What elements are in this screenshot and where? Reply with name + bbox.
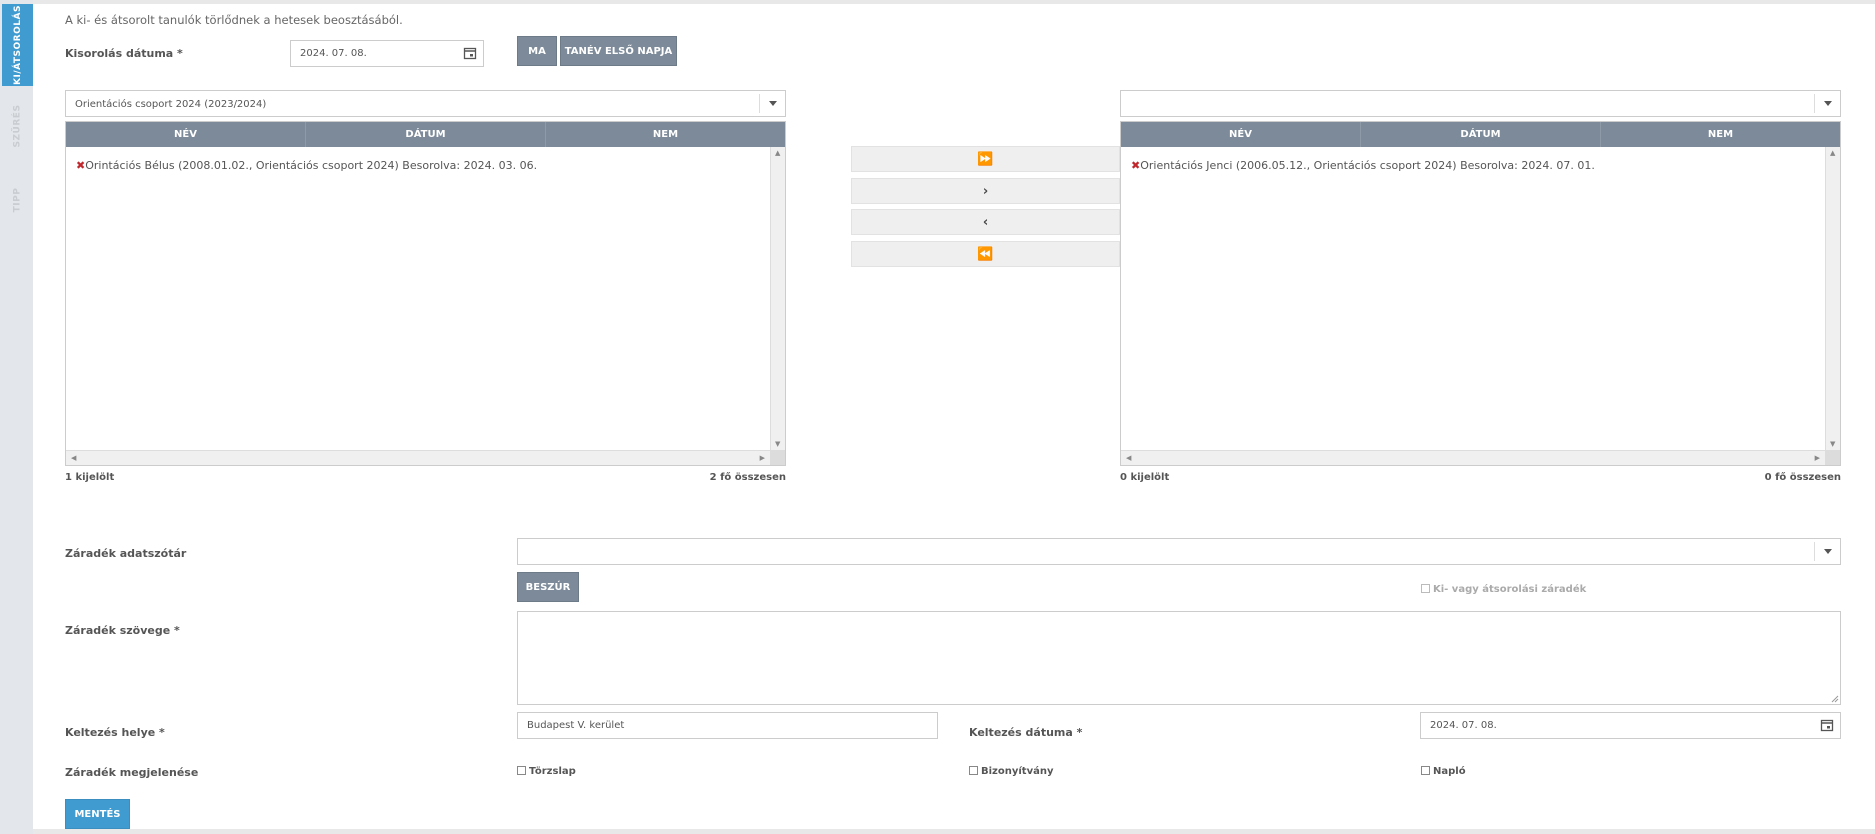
side-tabs: KI/ÁTSOROLÁS SZŰRÉS TIPP: [0, 0, 33, 834]
keltezes-helye-input[interactable]: Budapest V. kerület: [517, 712, 938, 739]
checkbox-icon: [969, 766, 978, 775]
vertical-scrollbar[interactable]: ▲ ▼: [770, 147, 785, 450]
tab-ki-atsorolas[interactable]: KI/ÁTSOROLÁS: [2, 4, 33, 86]
remove-icon[interactable]: ✖: [1131, 159, 1140, 172]
move-all-left-button[interactable]: ⏪: [851, 241, 1120, 267]
torzslap-checkbox[interactable]: Törzslap: [517, 766, 576, 777]
calendar-icon[interactable]: [463, 46, 477, 60]
scroll-up-icon[interactable]: ▲: [1830, 149, 1835, 157]
scroll-up-icon[interactable]: ▲: [775, 149, 780, 157]
kisorolas-label: Kisorolás dátuma *: [65, 47, 183, 60]
right-student-grid: NÉV DÁTUM NEM ✖Orientációs Jenci (2006.0…: [1120, 121, 1841, 466]
zaradek-adatszotar-label: Záradék adatszótár: [65, 547, 187, 560]
info-note: A ki- és átsorolt tanulók törlődnek a he…: [65, 13, 403, 27]
tab-tipp[interactable]: TIPP: [2, 180, 33, 220]
horizontal-scrollbar[interactable]: ◀ ▶: [1121, 450, 1825, 465]
checkbox-icon: [1421, 766, 1430, 775]
right-total-count: 0 fő összesen: [1764, 472, 1841, 483]
ki-atsorolasi-zaradek-checkbox[interactable]: Ki- vagy átsorolási záradék: [1421, 584, 1586, 595]
right-group-select[interactable]: [1120, 90, 1841, 117]
chevron-down-icon: [1814, 542, 1840, 561]
zaradek-adatszotar-select[interactable]: [517, 538, 1841, 565]
checkbox-icon: [517, 766, 526, 775]
move-left-button[interactable]: ‹: [851, 209, 1120, 235]
column-datum[interactable]: DÁTUM: [306, 122, 546, 147]
keltezes-datuma-input[interactable]: 2024. 07. 08.: [1420, 712, 1841, 739]
scroll-down-icon[interactable]: ▼: [775, 440, 780, 448]
checkbox-checked-icon: [1421, 584, 1430, 593]
bizonyitvany-checkbox[interactable]: Bizonyítvány: [969, 766, 1054, 777]
beszur-button[interactable]: BESZÚR: [517, 572, 579, 602]
calendar-icon[interactable]: [1820, 718, 1834, 732]
zaradek-megjelenese-label: Záradék megjelenése: [65, 766, 199, 779]
tanev-elso-napja-button[interactable]: TANÉV ELSŐ NAPJA: [560, 36, 677, 66]
zaradek-szovege-textarea[interactable]: [517, 611, 1841, 705]
column-nev[interactable]: NÉV: [1121, 122, 1361, 147]
right-selected-count: 0 kijelölt: [1120, 472, 1170, 483]
left-student-grid: NÉV DÁTUM NEM ✖Orintációs Bélus (2008.01…: [65, 121, 786, 466]
resize-handle-icon[interactable]: [1831, 695, 1839, 703]
left-total-count: 2 fő összesen: [709, 472, 786, 483]
scroll-corner: [1825, 450, 1840, 465]
tab-szures[interactable]: SZŰRÉS: [2, 96, 33, 156]
scroll-left-icon[interactable]: ◀: [71, 454, 76, 462]
column-datum[interactable]: DÁTUM: [1361, 122, 1601, 147]
keltezes-helye-label: Keltezés helye *: [65, 726, 165, 739]
zaradek-szovege-label: Záradék szövege *: [65, 624, 180, 637]
left-group-select[interactable]: Orientációs csoport 2024 (2023/2024): [65, 90, 786, 117]
right-grid-header: NÉV DÁTUM NEM: [1121, 122, 1840, 147]
scroll-down-icon[interactable]: ▼: [1830, 440, 1835, 448]
left-grid-header: NÉV DÁTUM NEM: [66, 122, 785, 147]
scroll-right-icon[interactable]: ▶: [1815, 454, 1820, 462]
horizontal-scrollbar[interactable]: ◀ ▶: [66, 450, 770, 465]
column-nem[interactable]: NEM: [1601, 122, 1840, 147]
scroll-left-icon[interactable]: ◀: [1126, 454, 1131, 462]
left-selected-count: 1 kijelölt: [65, 472, 115, 483]
vertical-scrollbar[interactable]: ▲ ▼: [1825, 147, 1840, 450]
scroll-corner: [770, 450, 785, 465]
move-right-button[interactable]: ›: [851, 178, 1120, 204]
scroll-right-icon[interactable]: ▶: [760, 454, 765, 462]
list-item[interactable]: ✖Orintációs Bélus (2008.01.02., Orientác…: [76, 159, 537, 172]
kisorolas-date-input[interactable]: 2024. 07. 08.: [290, 40, 484, 67]
move-all-right-button[interactable]: ⏩: [851, 146, 1120, 172]
remove-icon[interactable]: ✖: [76, 159, 85, 172]
naplo-checkbox[interactable]: Napló: [1421, 766, 1466, 777]
list-item[interactable]: ✖Orientációs Jenci (2006.05.12., Orientá…: [1131, 159, 1595, 172]
keltezes-datuma-label: Keltezés dátuma *: [969, 726, 1083, 739]
column-nem[interactable]: NEM: [546, 122, 785, 147]
chevron-down-icon: [759, 94, 785, 113]
main-panel: A ki- és átsorolt tanulók törlődnek a he…: [33, 4, 1875, 829]
mentes-button[interactable]: MENTÉS: [65, 799, 130, 829]
ma-button[interactable]: MA: [517, 36, 557, 66]
chevron-down-icon: [1814, 94, 1840, 113]
column-nev[interactable]: NÉV: [66, 122, 306, 147]
